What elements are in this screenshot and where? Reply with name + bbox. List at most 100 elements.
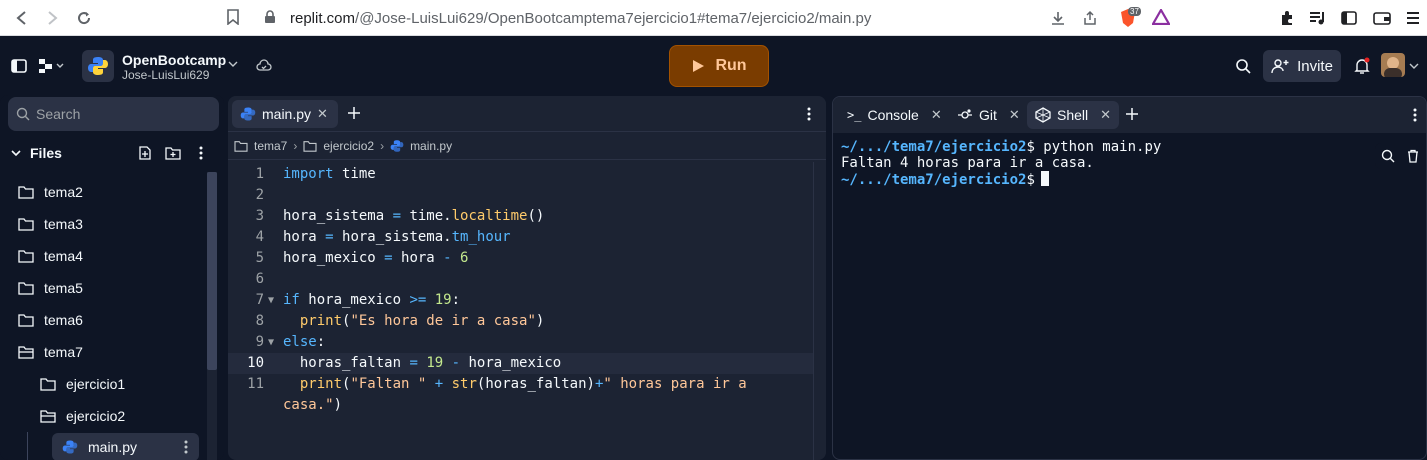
forward-icon[interactable] (38, 4, 66, 32)
editor-pane: main.py ✕ tema7 › ejercicio2 › main.py 1… (228, 96, 826, 460)
close-icon[interactable]: ✕ (317, 106, 328, 122)
breadcrumb-item[interactable]: ejercicio2 (323, 139, 374, 153)
new-folder-icon[interactable] (165, 146, 181, 160)
tab-label: main.py (262, 106, 312, 122)
sidebar-item-tema3[interactable]: tema3 (18, 210, 83, 238)
sidebar-item-label: main.py (88, 439, 138, 455)
browser-menu-icon[interactable] (1405, 10, 1421, 26)
add-tab-icon[interactable] (346, 105, 362, 121)
sidebar-item-tema2[interactable]: tema2 (18, 178, 83, 206)
media-queue-icon[interactable] (1309, 10, 1327, 26)
close-icon[interactable]: ✕ (1100, 107, 1111, 123)
repl-owner[interactable]: Jose-LuisLui629 (122, 68, 209, 82)
replit-logo-icon[interactable] (38, 58, 64, 74)
code-text: print("Es hora de ir a casa") (299, 313, 545, 329)
breadcrumb: tema7 › ejercicio2 › main.py (228, 132, 826, 160)
more-options-icon[interactable] (1413, 108, 1417, 122)
sidebar-scroll-thumb[interactable] (207, 172, 217, 370)
folder-open-icon (18, 346, 34, 359)
trash-icon[interactable] (1406, 149, 1420, 163)
sidebar-item-tema4[interactable]: tema4 (18, 242, 83, 270)
code-line: 6 (228, 269, 813, 290)
search-icon[interactable] (1381, 149, 1395, 163)
shell-output[interactable]: ~/.../tema7/ejercicio2$ python main.py Fa… (841, 139, 1161, 188)
editor-scrollbar[interactable] (813, 162, 826, 460)
cloud-sync-icon[interactable] (256, 58, 272, 74)
code-line: 9 ▼ else: (228, 332, 813, 353)
shell-command: $ python main.py (1026, 139, 1162, 155)
close-icon[interactable]: ✕ (1009, 107, 1020, 123)
python-file-icon (390, 139, 404, 152)
shell-tabs: >_ Console ✕ Git ✕ Shell ✕ (833, 97, 1426, 133)
line-number: 9 (255, 334, 264, 350)
tab-git[interactable]: Git ✕ (949, 101, 1028, 129)
sidebar-item-main-py[interactable]: main.py (52, 433, 199, 460)
notifications-bell-icon[interactable] (1353, 57, 1371, 75)
shell-prompt: ~/.../tema7/ejercicio2 (841, 172, 1027, 188)
new-file-icon[interactable] (138, 146, 152, 160)
folder-icon (18, 186, 34, 199)
line-number: 7 (255, 292, 264, 308)
address-bar[interactable]: replit.com/@Jose-LuisLui629/OpenBootcamp… (224, 4, 1180, 32)
brave-rewards-icon[interactable] (1152, 9, 1170, 25)
bookmark-icon[interactable] (226, 9, 240, 25)
breadcrumb-item[interactable]: main.py (410, 139, 452, 153)
more-options-icon[interactable] (199, 146, 203, 160)
avatar[interactable] (1381, 53, 1405, 77)
tab-shell[interactable]: Shell ✕ (1027, 101, 1120, 129)
search-placeholder: Search (36, 106, 81, 122)
reload-icon[interactable] (70, 4, 98, 32)
search-input[interactable]: Search (8, 97, 219, 131)
sidebar-item-tema7[interactable]: tema7 (18, 338, 83, 366)
tab-main-py[interactable]: main.py ✕ (232, 100, 338, 128)
sidebar-toggle-icon[interactable] (1341, 10, 1357, 26)
files-header[interactable]: Files (8, 139, 219, 167)
sidebar-item-ejercicio1[interactable]: ejercicio1 (40, 370, 125, 398)
chevron-down-icon[interactable] (228, 59, 238, 69)
python-file-icon (62, 440, 78, 454)
code-line: 8 print("Es hora de ir a casa") (228, 311, 813, 332)
code-text: horas_faltan = 19 - hora_mexico (283, 355, 562, 371)
share-icon[interactable] (1082, 10, 1098, 26)
toggle-sidebar-icon[interactable] (11, 58, 27, 74)
more-options-icon[interactable] (184, 440, 188, 454)
code-line-current: 10 horas_faltan = 19 - hora_mexico (228, 353, 813, 374)
shell-output-line: Faltan 4 horas para ir a casa. (841, 155, 1094, 171)
sidebar-item-tema6[interactable]: tema6 (18, 306, 83, 334)
close-icon[interactable]: ✕ (931, 107, 942, 123)
chevron-down-icon (11, 150, 21, 157)
fold-toggle-icon[interactable]: ▼ (268, 332, 274, 353)
code-editor[interactable]: 1 import time 2 3 hora_sistema = time.loca… (228, 162, 826, 460)
tab-label: Console (867, 107, 919, 123)
lock-icon[interactable] (264, 10, 276, 24)
chevron-down-icon[interactable] (1409, 61, 1419, 71)
line-number: 5 (255, 250, 264, 266)
add-tab-icon[interactable] (1124, 106, 1140, 122)
repl-title[interactable]: OpenBootcamp (122, 52, 226, 68)
run-label: Run (715, 57, 747, 74)
shell-pane: >_ Console ✕ Git ✕ Shell ✕ ~/.../tema7/e… (832, 96, 1427, 460)
invite-button[interactable]: Invite (1263, 50, 1341, 82)
more-options-icon[interactable] (807, 107, 811, 121)
extensions-icon[interactable] (1279, 10, 1295, 26)
back-icon[interactable] (8, 4, 36, 32)
code-text: print("Faltan " + str(horas_faltan)+" ho… (299, 376, 747, 392)
code-text: else: (283, 334, 326, 350)
repl-language-icon[interactable] (82, 50, 114, 82)
sidebar-item-tema5[interactable]: tema5 (18, 274, 83, 302)
run-button[interactable]: Run (669, 45, 769, 87)
wallet-icon[interactable] (1373, 10, 1391, 26)
code-line-wrap: casa.") (228, 395, 813, 416)
search-icon[interactable] (1235, 58, 1251, 74)
tab-console[interactable]: >_ Console ✕ (839, 101, 950, 129)
sidebar-item-ejercicio2[interactable]: ejercicio2 (40, 402, 125, 430)
breadcrumb-item[interactable]: tema7 (254, 139, 287, 153)
fold-toggle-icon[interactable]: ▼ (268, 290, 274, 311)
shell-line: ~/.../tema7/ejercicio2$ python main.py (841, 139, 1161, 155)
code-text: if hora_mexico >= 19: (283, 292, 461, 308)
search-icon (16, 107, 30, 121)
editor-tabs: main.py ✕ (228, 96, 826, 132)
sidebar-item-label: tema4 (44, 248, 83, 264)
line-number: 10 (247, 355, 264, 371)
download-icon[interactable] (1050, 10, 1066, 26)
